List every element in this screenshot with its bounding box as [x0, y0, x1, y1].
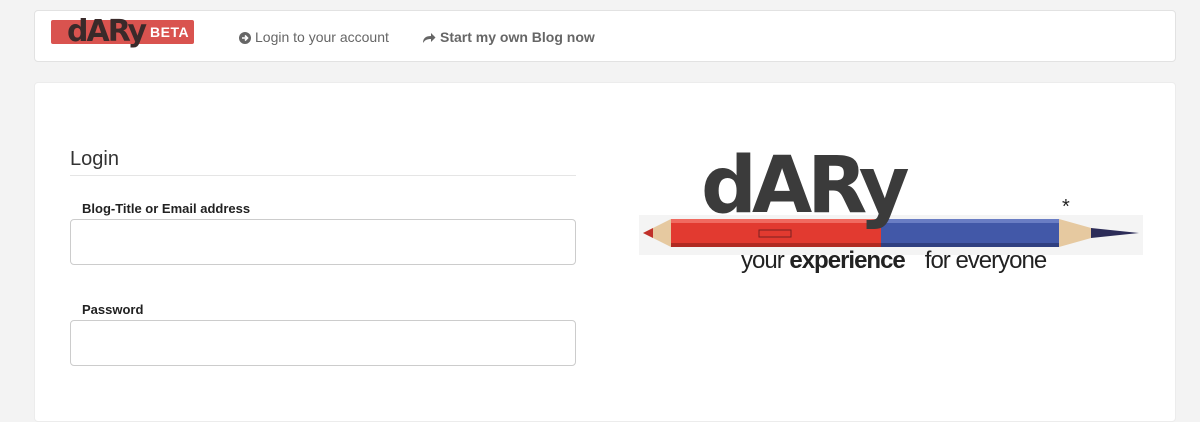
password-input[interactable] — [70, 320, 576, 366]
hero-title: dARy — [701, 141, 910, 231]
username-input[interactable] — [70, 219, 576, 265]
brand-name: dARy — [67, 14, 147, 49]
top-navbar: dARy BETA Login to your account Start my… — [34, 10, 1176, 62]
share-arrow-icon — [422, 30, 436, 48]
tagline-experience: experience — [789, 247, 905, 274]
login-link-label: Login to your account — [255, 29, 389, 45]
hero-star: * — [1062, 196, 1070, 218]
start-blog-link-label: Start my own Blog now — [440, 29, 595, 45]
beta-badge: BETA — [150, 24, 190, 40]
brand-logo[interactable]: dARy BETA — [51, 14, 194, 49]
username-label: Blog-Title or Email address — [82, 201, 251, 216]
login-heading: Login — [70, 147, 576, 176]
circle-arrow-right-icon — [239, 30, 251, 48]
password-label: Password — [82, 302, 144, 317]
main-panel: Login Blog-Title or Email address Passwo… — [34, 82, 1176, 422]
tagline-your: your — [741, 247, 785, 274]
tagline-for-everyone: for everyone — [924, 247, 1047, 274]
tagline: your experience for everyone — [741, 246, 1047, 276]
hero-logo: dARy * your experience for everyone — [639, 141, 1143, 283]
login-link[interactable]: Login to your account — [239, 28, 389, 48]
start-blog-link[interactable]: Start my own Blog now — [422, 28, 595, 48]
